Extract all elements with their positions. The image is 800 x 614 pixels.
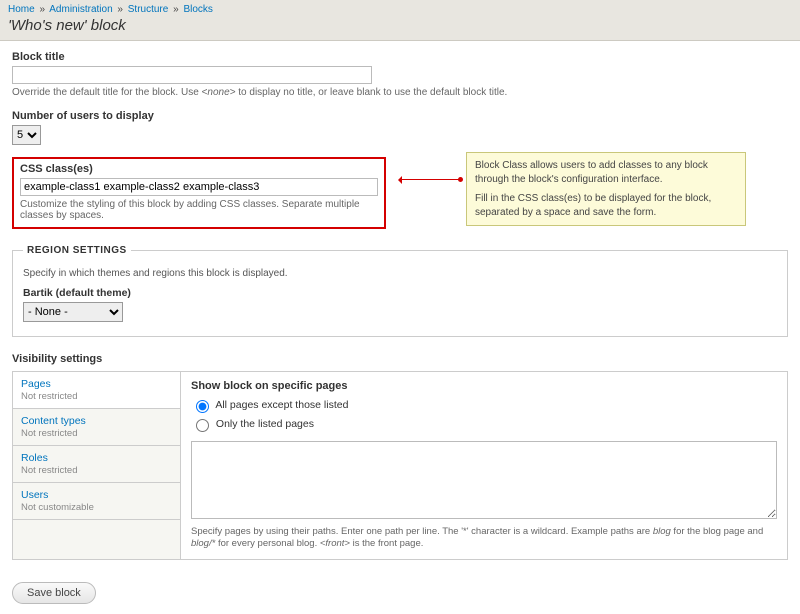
region-theme-select[interactable]: - None - <box>23 302 123 322</box>
breadcrumb-sep: » <box>39 4 45 15</box>
callout-box: Block Class allows users to add classes … <box>466 152 746 226</box>
pane-title: Show block on specific pages <box>191 380 777 392</box>
breadcrumb: Home » Administration » Structure » Bloc… <box>8 4 792 15</box>
visibility-title: Visibility settings <box>12 353 788 365</box>
css-classes-highlight: CSS class(es) Customize the styling of t… <box>12 157 386 229</box>
save-button[interactable]: Save block <box>12 582 96 604</box>
header-band: Home » Administration » Structure » Bloc… <box>0 0 800 41</box>
tab-content-types[interactable]: Content types Not restricted <box>13 409 180 446</box>
block-title-row: Block title Override the default title f… <box>12 51 788 98</box>
callout-arrow <box>400 179 460 180</box>
radio-only-listed-input[interactable] <box>196 419 209 432</box>
callout-text: Fill in the CSS class(es) to be displaye… <box>475 192 737 219</box>
visibility-box: Pages Not restricted Content types Not r… <box>12 371 788 560</box>
page-title: 'Who's new' block <box>8 17 792 34</box>
tab-pages[interactable]: Pages Not restricted <box>13 372 180 409</box>
pane-desc: Specify pages by using their paths. Ente… <box>191 526 777 551</box>
visibility-pane: Show block on specific pages All pages e… <box>181 372 787 559</box>
callout-text: Block Class allows users to add classes … <box>475 159 737 186</box>
breadcrumb-sep: » <box>117 4 123 15</box>
block-title-desc: Override the default title for the block… <box>12 87 788 98</box>
radio-all-except-input[interactable] <box>196 400 209 413</box>
region-settings-fieldset: REGION SETTINGS Specify in which themes … <box>12 245 788 337</box>
css-classes-label: CSS class(es) <box>20 163 378 175</box>
visibility-tabs: Pages Not restricted Content types Not r… <box>13 372 181 559</box>
pages-textarea[interactable] <box>191 441 777 519</box>
css-classes-input[interactable] <box>20 178 378 196</box>
region-theme-name: Bartik (default theme) <box>23 287 777 299</box>
num-users-row: Number of users to display 5 <box>12 110 788 145</box>
breadcrumb-blocks[interactable]: Blocks <box>183 4 212 15</box>
num-users-label: Number of users to display <box>12 110 788 122</box>
block-title-input[interactable] <box>12 66 372 84</box>
breadcrumb-structure[interactable]: Structure <box>128 4 169 15</box>
radio-all-except[interactable]: All pages except those listed <box>191 397 777 413</box>
css-classes-desc: Customize the styling of this block by a… <box>20 199 378 221</box>
breadcrumb-sep: » <box>173 4 179 15</box>
region-settings-desc: Specify in which themes and regions this… <box>23 268 777 279</box>
num-users-select[interactable]: 5 <box>12 125 41 145</box>
block-title-label: Block title <box>12 51 788 63</box>
css-classes-row: CSS class(es) Customize the styling of t… <box>12 157 788 229</box>
content: Block title Override the default title f… <box>0 41 800 614</box>
tab-users[interactable]: Users Not customizable <box>13 483 180 520</box>
breadcrumb-admin[interactable]: Administration <box>49 4 112 15</box>
radio-only-listed[interactable]: Only the listed pages <box>191 416 777 432</box>
region-settings-legend: REGION SETTINGS <box>23 245 131 256</box>
tab-roles[interactable]: Roles Not restricted <box>13 446 180 483</box>
breadcrumb-home[interactable]: Home <box>8 4 35 15</box>
